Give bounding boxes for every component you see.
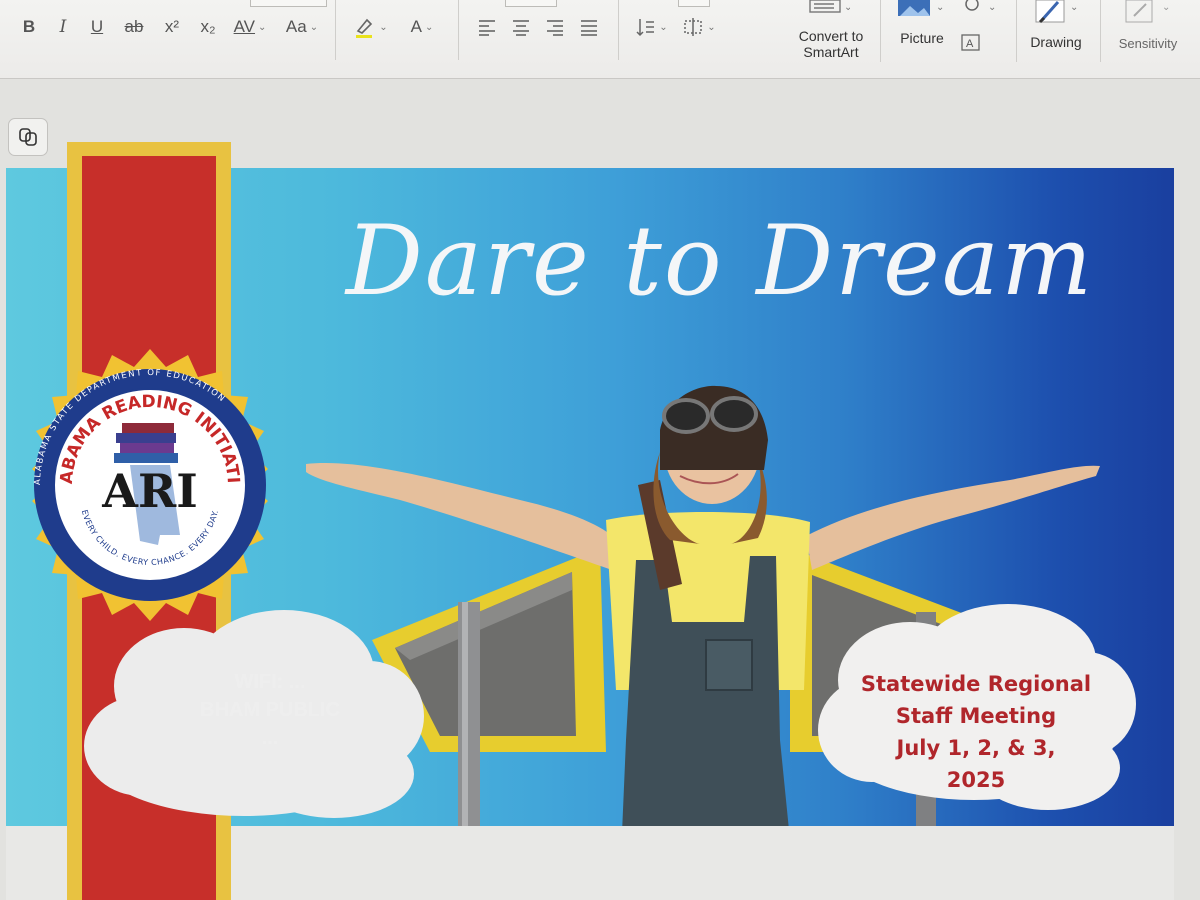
left-cloud-faded-text: WIFI: ... BHAM PUBLIC ...	[150, 668, 390, 752]
books-icon	[114, 423, 178, 463]
goggles-left	[662, 398, 710, 434]
goggles-right	[710, 396, 758, 432]
faded-line: ...	[261, 727, 279, 749]
event-line-3: July 1, 2, & 3,	[896, 736, 1056, 760]
event-line-4: 2025	[946, 768, 1006, 792]
seal-acronym: ARI	[101, 464, 197, 518]
event-details[interactable]: Statewide Regional Staff Meeting July 1,…	[826, 668, 1126, 796]
event-line-1: Statewide Regional	[860, 672, 1092, 696]
faded-line: WIFI: ...	[234, 671, 306, 693]
left-support-rod	[458, 602, 480, 848]
ari-seal-logo: ALABAMA STATE DEPARTMENT OF EDUCATION AL…	[10, 345, 268, 621]
right-arm	[806, 465, 1100, 570]
event-line-2: Staff Meeting	[895, 704, 1057, 728]
slide-title[interactable]: Dare to Dream	[300, 205, 1140, 317]
left-arm	[306, 462, 624, 570]
faded-line: BHAM PUBLIC	[200, 699, 340, 721]
